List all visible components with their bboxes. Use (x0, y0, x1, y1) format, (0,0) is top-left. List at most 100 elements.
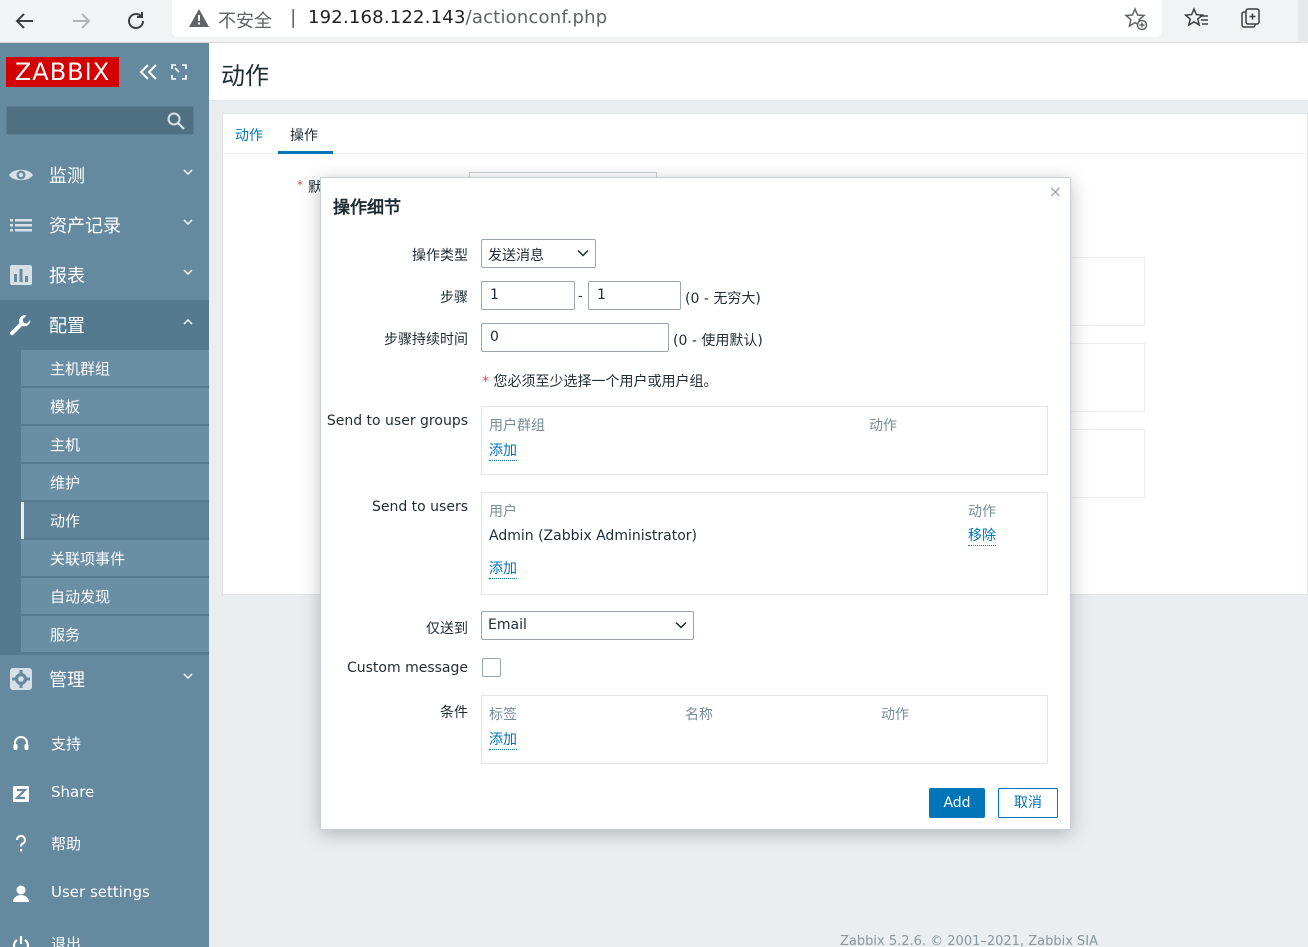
nav-reports[interactable]: 报表 (0, 250, 209, 300)
update-table-edge (1069, 429, 1145, 498)
chevron-down-icon (183, 219, 193, 226)
kiosk-mode-icon[interactable] (171, 63, 187, 81)
subnav-services[interactable]: 服务 (21, 616, 209, 653)
step-from-input[interactable]: 1 (481, 281, 575, 310)
nav-user-settings[interactable]: User settings (0, 872, 209, 916)
column-header: 动作 (869, 418, 897, 434)
close-icon[interactable]: × (1049, 182, 1062, 201)
step-range-dash: - (578, 289, 583, 304)
step-duration-label: 步骤持续时间 (384, 332, 468, 348)
selected-value: Email (488, 617, 527, 633)
forward-button[interactable] (64, 4, 98, 38)
nav-support[interactable]: 支持 (0, 722, 209, 766)
address-bar[interactable]: 不安全 | 192.168.122.143/actionconf.php (172, 0, 1162, 37)
send-only-to-label: 仅送到 (426, 621, 468, 637)
send-only-to-select[interactable]: Email (481, 611, 694, 640)
url-path: /actionconf.php (465, 7, 608, 28)
subnav-label: 自动发现 (50, 588, 111, 606)
operation-type-label: 操作类型 (412, 248, 468, 264)
tab-action[interactable]: 动作 (235, 125, 263, 145)
nav-label: 退出 (51, 935, 82, 947)
nav-label: Share (51, 783, 95, 801)
remove-user-link[interactable]: 移除 (968, 528, 996, 546)
selected-value: 发送消息 (488, 248, 544, 264)
nav-help[interactable]: 帮助 (0, 822, 209, 866)
subnav-templates[interactable]: 模板 (21, 388, 209, 425)
browser-toolbar: 不安全 | 192.168.122.143/actionconf.php (0, 0, 1308, 43)
step-to-input[interactable]: 1 (588, 281, 681, 310)
toolbar-edge (1298, 0, 1308, 43)
page-title: 动作 (221, 62, 269, 90)
user-groups-label: Send to user groups (326, 413, 468, 429)
tab-operations[interactable]: 操作 (290, 125, 318, 145)
gear-icon (10, 668, 32, 690)
nav-label: User settings (51, 883, 150, 901)
nav-label: 管理 (49, 670, 85, 691)
subnav-label: 关联项事件 (50, 550, 126, 568)
subnav-maintenance[interactable]: 维护 (21, 464, 209, 501)
sidebar: ZABBIX 监测 资产记录 报表 配置 主机群组 模板 主机 维护 动作 关联… (0, 43, 209, 947)
chevron-down-icon (183, 673, 193, 680)
conditions-label: 条件 (440, 705, 468, 721)
nav-label: 资产记录 (49, 216, 121, 237)
footer-copyright: Zabbix 5.2.6. © 2001–2021, Zabbix SIA (840, 934, 1099, 947)
operation-type-select[interactable]: 发送消息 (481, 239, 596, 268)
nav-label: 帮助 (51, 835, 82, 853)
security-label: 不安全 (218, 11, 272, 32)
step-duration-hint: (0 - 使用默认) (673, 333, 763, 349)
add-favorite-icon[interactable] (1124, 7, 1148, 31)
list-icon (10, 219, 32, 232)
dialog-title: 操作细节 (333, 198, 401, 218)
warning-icon (189, 9, 209, 27)
subnav-discovery[interactable]: 自动发现 (21, 578, 209, 615)
search-icon[interactable] (167, 112, 185, 130)
tab-bar: 动作 操作 (223, 114, 1308, 154)
url-text: 192.168.122.143/actionconf.php (308, 7, 607, 28)
favorites-icon[interactable] (1184, 6, 1210, 32)
recovery-table-edge (1069, 343, 1145, 412)
custom-message-checkbox[interactable] (482, 658, 501, 677)
nav-configuration[interactable]: 配置 (0, 300, 209, 350)
add-user-group-link[interactable]: 添加 (489, 443, 517, 461)
subnav-label: 主机群组 (50, 360, 111, 378)
collections-icon[interactable] (1239, 6, 1265, 32)
chevron-down-icon (675, 621, 687, 629)
subnav-actions[interactable]: 动作 (21, 502, 209, 539)
wrench-icon (10, 315, 31, 336)
active-tab-indicator (278, 151, 333, 154)
reload-button[interactable] (119, 4, 153, 38)
nav-label: 报表 (49, 266, 85, 287)
user-groups-table: 用户群组 动作 添加 (481, 406, 1048, 475)
headset-icon (13, 736, 29, 750)
steps-label: 步骤 (440, 290, 468, 306)
subnav-label: 动作 (50, 512, 81, 530)
chevron-up-icon (183, 318, 193, 325)
share-z-icon (13, 786, 29, 802)
add-button[interactable]: Add (929, 788, 985, 818)
required-marker: * (297, 178, 303, 192)
nav-monitoring[interactable]: 监测 (0, 150, 209, 200)
users-label: Send to users (371, 499, 468, 515)
operations-table-edge (1069, 257, 1145, 326)
column-header: 标签 (489, 707, 517, 723)
subnav-label: 服务 (50, 626, 81, 644)
nav-inventory[interactable]: 资产记录 (0, 200, 209, 250)
sidebar-search-input[interactable] (6, 106, 194, 135)
zabbix-logo[interactable]: ZABBIX (6, 57, 119, 87)
nav-administration[interactable]: 管理 (0, 654, 209, 704)
add-condition-link[interactable]: 添加 (489, 732, 517, 750)
subnav-hosts[interactable]: 主机 (21, 426, 209, 463)
steps-hint: (0 - 无穷大) (685, 291, 761, 307)
nav-label: 支持 (51, 735, 82, 753)
step-duration-input[interactable]: 0 (481, 323, 669, 352)
nav-share[interactable]: Share (0, 772, 209, 816)
subnav-host-groups[interactable]: 主机群组 (21, 350, 209, 387)
collapse-sidebar-icon[interactable] (139, 63, 159, 81)
back-button[interactable] (8, 4, 42, 38)
add-user-link[interactable]: 添加 (489, 561, 517, 579)
cancel-button[interactable]: 取消 (998, 788, 1058, 818)
users-table: 用户 动作 Admin (Zabbix Administrator) 移除 添加 (481, 492, 1048, 595)
nav-sign-out[interactable]: 退出 (0, 922, 209, 947)
chevron-down-icon (183, 169, 193, 176)
subnav-event-correlation[interactable]: 关联项事件 (21, 540, 209, 577)
